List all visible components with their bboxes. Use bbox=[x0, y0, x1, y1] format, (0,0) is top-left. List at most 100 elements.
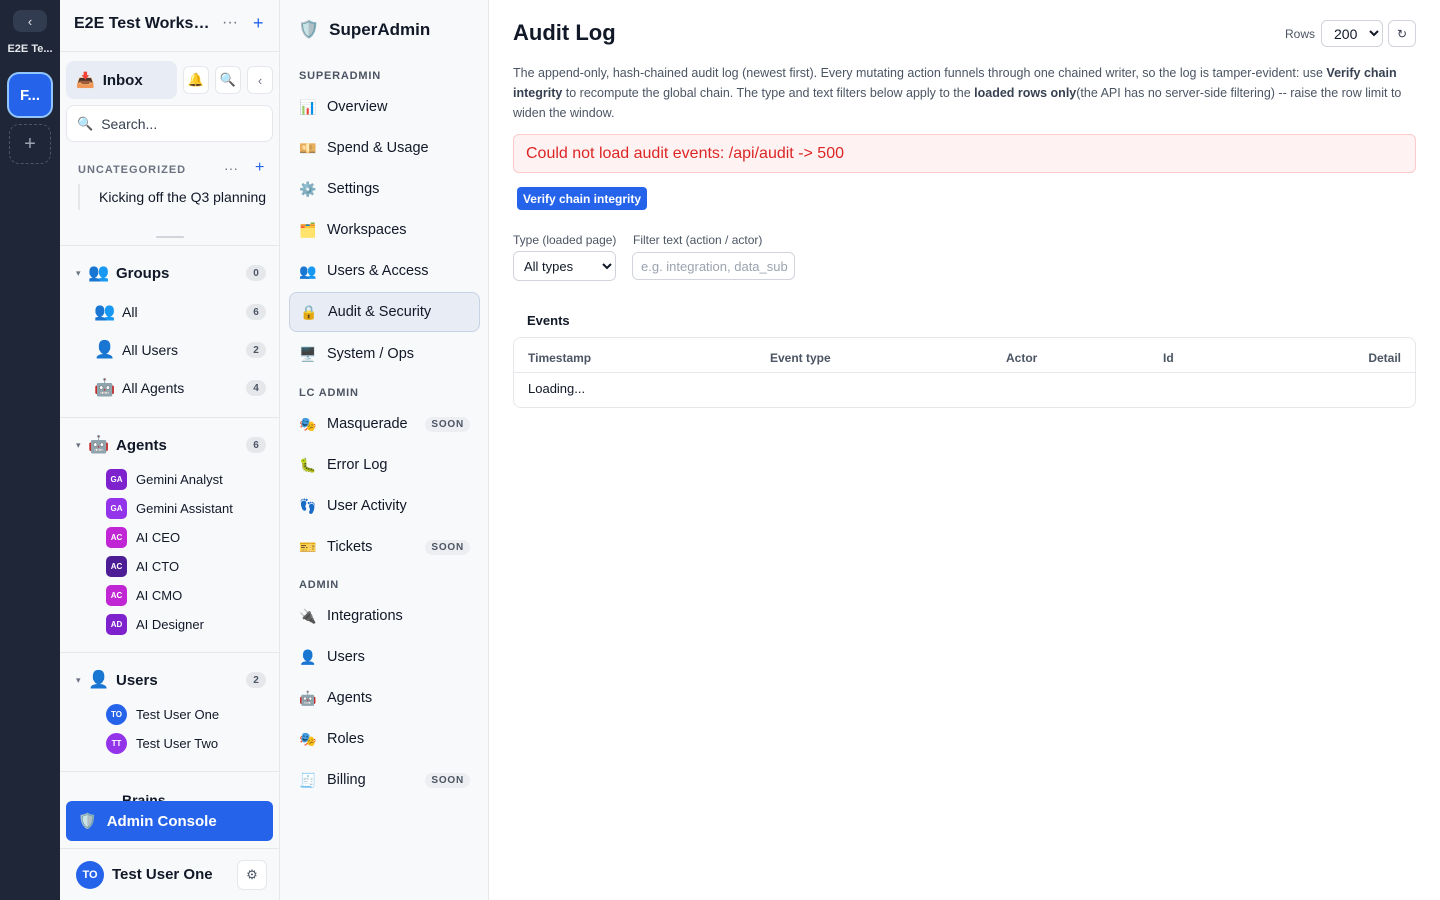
roles-icon: 🎭 bbox=[299, 730, 317, 747]
tickets-icon: 🎫 bbox=[299, 538, 317, 555]
superadmin-group-heading: SUPERADMIN bbox=[299, 70, 381, 82]
shield-icon: 🛡️ bbox=[298, 20, 320, 39]
nav-item-overview[interactable]: 📊 Overview bbox=[289, 87, 480, 127]
overview-icon: 📊 bbox=[299, 98, 317, 115]
users-count-badge: 2 bbox=[246, 672, 266, 688]
refresh-button[interactable]: ↻ bbox=[1388, 20, 1416, 47]
admin-console-button[interactable]: 🛡️ Admin Console bbox=[66, 801, 273, 841]
nav-item-user-activity[interactable]: 👣 User Activity bbox=[289, 486, 480, 526]
user-item[interactable]: TT Test User Two bbox=[106, 731, 266, 755]
column-header-timestamp[interactable]: Timestamp bbox=[528, 351, 591, 365]
nav-item-label: Audit & Security bbox=[328, 304, 432, 320]
nav-item-integrations[interactable]: 🔌 Integrations bbox=[289, 596, 480, 636]
nav-item-agents[interactable]: 🤖 Agents bbox=[289, 678, 480, 718]
category-add-icon[interactable]: + bbox=[255, 159, 264, 177]
group-item-all-users[interactable]: 👤 All Users 2 bbox=[94, 337, 266, 363]
nav-item-masquerade[interactable]: 🎭 Masquerade SOON bbox=[289, 404, 480, 444]
group-count-badge: 2 bbox=[246, 342, 266, 358]
column-header-id[interactable]: Id bbox=[1163, 351, 1174, 365]
current-user-footer: TO Test User One ⚙ bbox=[60, 848, 279, 900]
group-item-all[interactable]: 👥 All 6 bbox=[94, 299, 266, 325]
spend-usage-icon: 💴 bbox=[299, 139, 317, 156]
workspace-more-icon[interactable]: ··· bbox=[222, 14, 238, 32]
nav-item-label: Overview bbox=[327, 99, 388, 115]
sidebar-header: E2E Test Workspace ··· + bbox=[60, 0, 279, 52]
agent-item[interactable]: AC AI CEO bbox=[106, 525, 266, 549]
agent-item[interactable]: AC AI CTO bbox=[106, 554, 266, 578]
nav-item-settings[interactable]: ⚙️ Settings bbox=[289, 169, 480, 209]
nav-item-audit-security[interactable]: 🔒 Audit & Security bbox=[289, 292, 480, 332]
admin-brand: 🛡️ SuperAdmin bbox=[298, 20, 430, 40]
agent-item[interactable]: GA Gemini Analyst bbox=[106, 467, 266, 491]
divider bbox=[60, 652, 279, 653]
rows-label: Rows bbox=[1285, 27, 1316, 41]
soon-badge: SOON bbox=[425, 416, 470, 432]
audit-log-page: Audit Log Rows 200 ↻ The append-only, ha… bbox=[489, 0, 1440, 900]
nav-item-error-log[interactable]: 🐛 Error Log bbox=[289, 445, 480, 485]
agent-item[interactable]: AC AI CMO bbox=[106, 583, 266, 607]
admin-group-heading: ADMIN bbox=[299, 579, 340, 591]
description-emphasis: loaded rows only bbox=[974, 86, 1077, 100]
column-header-detail[interactable]: Detail bbox=[1368, 351, 1401, 365]
sidebar-search-input[interactable] bbox=[101, 115, 262, 132]
category-more-icon[interactable]: ··· bbox=[224, 160, 238, 176]
conversation-item[interactable]: Kicking off the Q3 planning bbox=[78, 184, 268, 210]
description-text: to recompute the global chain. The type … bbox=[562, 86, 975, 100]
group-item-all-agents[interactable]: 🤖 All Agents 4 bbox=[94, 375, 266, 401]
collapse-rail-button[interactable]: ‹ bbox=[13, 10, 47, 32]
agents-label: Agents bbox=[116, 436, 167, 454]
verify-chain-button[interactable]: Verify chain integrity bbox=[517, 187, 647, 210]
group-item-label: All Agents bbox=[122, 380, 185, 396]
users-section-header[interactable]: ▾ 👤 Users 2 bbox=[76, 668, 266, 692]
users-icon: 👤 bbox=[299, 648, 317, 665]
type-filter-select[interactable]: All types bbox=[513, 251, 616, 281]
nav-item-roles[interactable]: 🎭 Roles bbox=[289, 719, 480, 759]
column-header-actor[interactable]: Actor bbox=[1006, 351, 1037, 365]
collapse-sidebar-button[interactable]: ‹ bbox=[247, 66, 273, 94]
nav-item-system-ops[interactable]: 🖥️ System / Ops bbox=[289, 334, 480, 374]
workspace-sidebar: E2E Test Workspace ··· + 📥 Inbox 🔔 🔍 ‹ 🔍… bbox=[60, 0, 280, 900]
sidebar-search-button[interactable]: 🔍 bbox=[215, 66, 241, 94]
avatar: AC bbox=[106, 526, 127, 548]
notifications-button[interactable]: 🔔 bbox=[183, 66, 209, 94]
user-item[interactable]: TO Test User One bbox=[106, 702, 266, 726]
workspace-tile[interactable]: F... bbox=[9, 74, 51, 116]
workspace-title[interactable]: E2E Test Workspace bbox=[74, 15, 214, 33]
agent-item[interactable]: GA Gemini Assistant bbox=[106, 496, 266, 520]
avatar: AD bbox=[106, 613, 127, 635]
nav-item-label: Error Log bbox=[327, 457, 388, 473]
masquerade-icon: 🎭 bbox=[299, 415, 317, 432]
text-filter-input[interactable] bbox=[632, 252, 795, 280]
nav-item-workspaces[interactable]: 🗂️ Workspaces bbox=[289, 210, 480, 250]
nav-item-users[interactable]: 👤 Users bbox=[289, 637, 480, 677]
column-header-event-type[interactable]: Event type bbox=[770, 351, 831, 365]
nav-item-billing[interactable]: 🧾 Billing SOON bbox=[289, 760, 480, 800]
user-settings-button[interactable]: ⚙ bbox=[237, 860, 267, 890]
workspace-add-icon[interactable]: + bbox=[253, 13, 264, 34]
robot-icon: 🤖 bbox=[88, 435, 110, 454]
error-log-icon: 🐛 bbox=[299, 456, 317, 473]
nav-item-users-access[interactable]: 👥 Users & Access bbox=[289, 251, 480, 291]
groups-icon: 👥 bbox=[88, 263, 110, 282]
nav-item-tickets[interactable]: 🎫 Tickets SOON bbox=[289, 527, 480, 567]
caret-down-icon: ▾ bbox=[76, 267, 81, 278]
rows-limit-select[interactable]: 200 bbox=[1321, 20, 1383, 47]
add-workspace-button[interactable]: + bbox=[9, 124, 51, 164]
admin-console-label: Admin Console bbox=[106, 812, 217, 830]
agent-name: Gemini Analyst bbox=[136, 471, 223, 487]
inbox-label: Inbox bbox=[102, 71, 143, 89]
error-banner: Could not load audit events: /api/audit … bbox=[513, 134, 1416, 173]
resize-handle[interactable] bbox=[156, 236, 184, 238]
inbox-button[interactable]: 📥 Inbox bbox=[66, 61, 177, 99]
groups-section-header[interactable]: ▾ 👥 Groups 0 bbox=[76, 261, 266, 285]
inbox-tray-icon: 📥 bbox=[76, 72, 95, 89]
agents-section-header[interactable]: ▾ 🤖 Agents 6 bbox=[76, 433, 266, 457]
agent-item[interactable]: AD AI Designer bbox=[106, 612, 266, 636]
users-access-icon: 👥 bbox=[299, 262, 317, 279]
shield-icon: 🛡️ bbox=[78, 813, 97, 830]
avatar: TT bbox=[106, 732, 127, 754]
avatar[interactable]: TO bbox=[76, 861, 104, 889]
avatar: GA bbox=[106, 468, 127, 490]
nav-item-spend-usage[interactable]: 💴 Spend & Usage bbox=[289, 128, 480, 168]
caret-down-icon: ▾ bbox=[76, 439, 81, 450]
